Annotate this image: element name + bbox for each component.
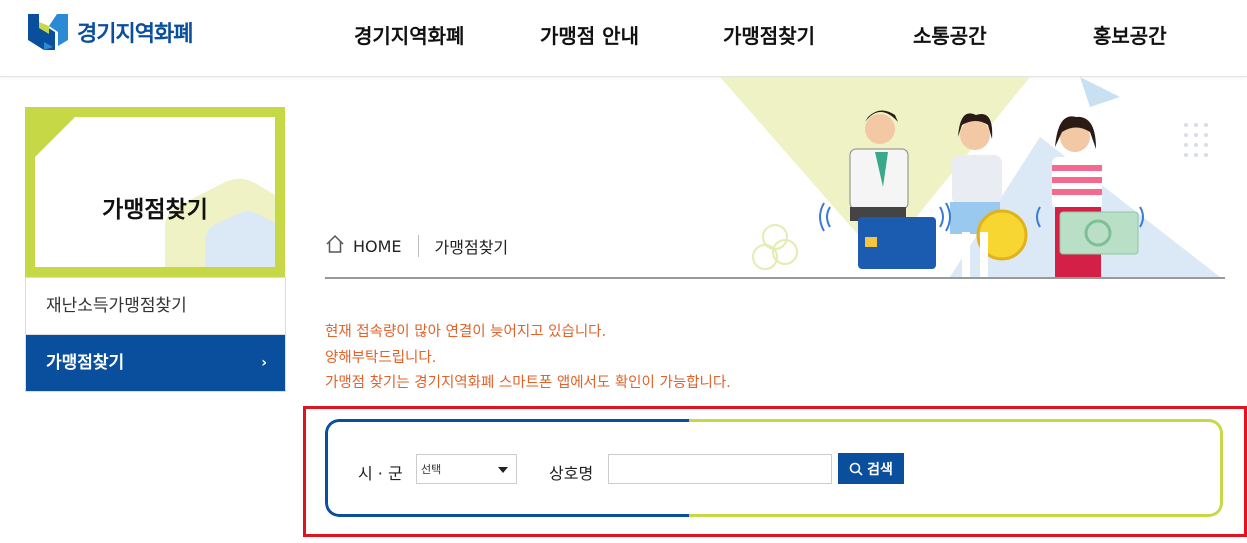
nav-item-promotion[interactable]: 홍보공간 (1093, 20, 1167, 49)
sidebar-item-disaster-store-search[interactable]: 재난소득가맹점찾기 (26, 277, 285, 334)
sidebar-item-label: 가맹점찾기 (46, 353, 125, 373)
region-label: 시 · 군 (358, 464, 403, 483)
breadcrumb-current: 가맹점찾기 (434, 238, 509, 257)
nav-item-gg-currency[interactable]: 경기지역화폐 (354, 20, 464, 49)
sidebar-item-label: 재난소득가맹점찾기 (46, 296, 187, 316)
region-select[interactable]: 선택 (416, 454, 517, 484)
chevron-down-icon (498, 467, 508, 473)
sidebar-title: 가맹점찾기 (102, 197, 208, 223)
chevron-right-icon: › (261, 355, 267, 371)
notice-line: 양해부탁드립니다. (325, 349, 437, 366)
nav-item-store-search[interactable]: 가맹점찾기 (723, 20, 815, 49)
sidebar-item-store-search[interactable]: 가맹점찾기 › (26, 334, 285, 391)
search-button-label: 검색 (867, 461, 893, 478)
notice-line: 가맹점 찾기는 경기지역화폐 스마트폰 앱에서도 확인이 가능합니다. (325, 375, 731, 391)
breadcrumb-home[interactable]: HOME (353, 237, 402, 256)
home-icon[interactable] (325, 234, 345, 258)
breadcrumb: HOME 가맹점찾기 (325, 233, 508, 259)
notice-text: 현재 접속량이 많아 연결이 늦어지고 있습니다. 양해부탁드립니다. 가맹점 … (325, 320, 731, 397)
search-button[interactable]: 검색 (838, 453, 904, 484)
hero-illustration (700, 77, 1247, 277)
search-icon (849, 462, 863, 476)
sidebar-title-box: 가맹점찾기 (25, 107, 285, 277)
logo-text: 경기지역화폐 (77, 22, 193, 47)
store-name-label: 상호명 (549, 464, 594, 483)
site-header: 경기지역화폐 경기지역화폐 가맹점 안내 가맹점찾기 소통공간 홍보공간 (0, 0, 1247, 77)
notice-line: 현재 접속량이 많아 연결이 늦어지고 있습니다. (325, 324, 607, 340)
nav-item-store-guide[interactable]: 가맹점 안내 (540, 20, 639, 49)
site-logo[interactable]: 경기지역화폐 (25, 11, 193, 53)
breadcrumb-divider (417, 235, 419, 257)
page-title-divider (325, 277, 1225, 279)
region-select-value: 선택 (421, 463, 442, 476)
sidebar-menu: 재난소득가맹점찾기 가맹점찾기 › (25, 277, 286, 392)
sidebar-title-panel: 가맹점찾기 (35, 117, 275, 267)
logo-icon (25, 12, 71, 52)
nav-item-community[interactable]: 소통공간 (913, 20, 987, 49)
store-name-input[interactable] (608, 454, 832, 484)
